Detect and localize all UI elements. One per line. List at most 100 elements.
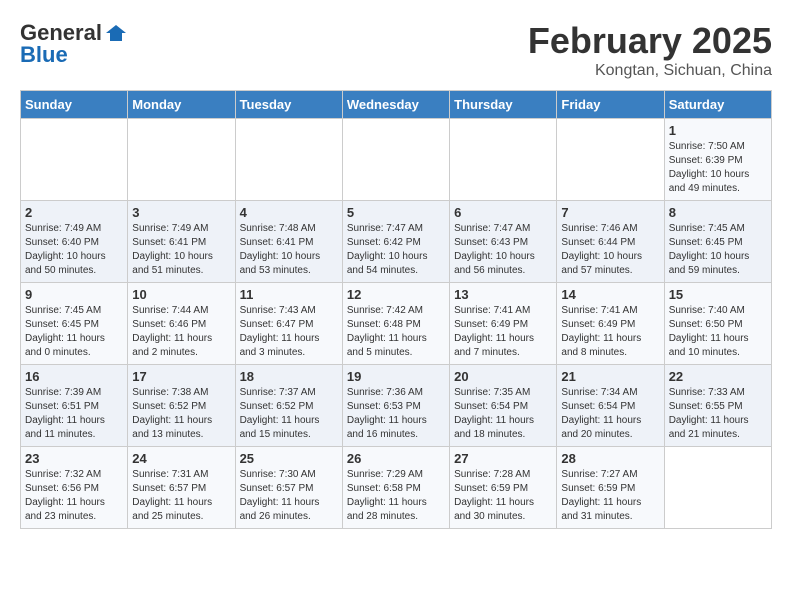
weekday-header: Wednesday [342,91,449,119]
calendar-cell [21,119,128,201]
day-number: 20 [454,369,552,384]
calendar-week-row: 23Sunrise: 7:32 AM Sunset: 6:56 PM Dayli… [21,447,772,529]
calendar-cell: 19Sunrise: 7:36 AM Sunset: 6:53 PM Dayli… [342,365,449,447]
weekday-header: Saturday [664,91,771,119]
day-number: 1 [669,123,767,138]
day-number: 18 [240,369,338,384]
calendar-cell: 28 Sunrise: 7:27 AM Sunset: 6:59 PM Dayli… [557,447,664,529]
day-number: 15 [669,287,767,302]
day-info: Sunrise: 7:41 AM Sunset: 6:49 PM Dayligh… [454,304,552,360]
day-info: Sunrise: 7:49 AM Sunset: 6:41 PM Dayligh… [132,222,230,278]
calendar-week-row: 9 Sunrise: 7:45 AM Sunset: 6:45 PM Daylig… [21,283,772,365]
calendar-cell: 7 Sunrise: 7:46 AM Sunset: 6:44 PM Daylig… [557,201,664,283]
weekday-header: Sunday [21,91,128,119]
day-info: Sunrise: 7:40 AM Sunset: 6:50 PM Dayligh… [669,304,767,360]
day-info: Sunrise: 7:47 AM Sunset: 6:42 PM Dayligh… [347,222,445,278]
logo-blue-text: Blue [20,42,68,68]
day-number: 19 [347,369,445,384]
day-info: Sunrise: 7:47 AM Sunset: 6:43 PM Dayligh… [454,222,552,278]
day-info: Sunrise: 7:32 AM Sunset: 6:56 PM Dayligh… [25,468,123,524]
day-number: 10 [132,287,230,302]
calendar-header-row: SundayMondayTuesdayWednesdayThursdayFrid… [21,91,772,119]
day-number: 26 [347,451,445,466]
day-info: Sunrise: 7:49 AM Sunset: 6:40 PM Dayligh… [25,222,123,278]
calendar-cell [450,119,557,201]
calendar-cell: 20 Sunrise: 7:35 AM Sunset: 6:54 PM Dayli… [450,365,557,447]
calendar-cell: 25 Sunrise: 7:30 AM Sunset: 6:57 PM Dayli… [235,447,342,529]
day-number: 25 [240,451,338,466]
logo: General Blue [20,20,128,68]
day-number: 24 [132,451,230,466]
calendar-table: SundayMondayTuesdayWednesdayThursdayFrid… [20,90,772,529]
calendar-cell: 5 Sunrise: 7:47 AM Sunset: 6:42 PM Daylig… [342,201,449,283]
day-number: 3 [132,205,230,220]
month-title: February 2025 [528,20,772,62]
day-number: 22 [669,369,767,384]
calendar-week-row: 2 Sunrise: 7:49 AM Sunset: 6:40 PM Daylig… [21,201,772,283]
calendar-cell: 27 Sunrise: 7:28 AM Sunset: 6:59 PM Dayli… [450,447,557,529]
day-info: Sunrise: 7:42 AM Sunset: 6:48 PM Dayligh… [347,304,445,360]
weekday-header: Monday [128,91,235,119]
day-info: Sunrise: 7:27 AM Sunset: 6:59 PM Dayligh… [561,468,659,524]
calendar-cell [557,119,664,201]
calendar-cell: 14Sunrise: 7:41 AM Sunset: 6:49 PM Dayli… [557,283,664,365]
day-number: 28 [561,451,659,466]
day-number: 7 [561,205,659,220]
calendar-week-row: 16 Sunrise: 7:39 AM Sunset: 6:51 PM Dayli… [21,365,772,447]
day-info: Sunrise: 7:34 AM Sunset: 6:54 PM Dayligh… [561,386,659,442]
calendar-cell: 1Sunrise: 7:50 AM Sunset: 6:39 PM Daylig… [664,119,771,201]
logo-icon [104,21,128,45]
calendar-cell: 12 Sunrise: 7:42 AM Sunset: 6:48 PM Dayli… [342,283,449,365]
day-number: 13 [454,287,552,302]
day-number: 5 [347,205,445,220]
day-number: 9 [25,287,123,302]
day-number: 16 [25,369,123,384]
day-number: 6 [454,205,552,220]
day-info: Sunrise: 7:28 AM Sunset: 6:59 PM Dayligh… [454,468,552,524]
calendar-cell: 13 Sunrise: 7:41 AM Sunset: 6:49 PM Dayli… [450,283,557,365]
calendar-cell: 18 Sunrise: 7:37 AM Sunset: 6:52 PM Dayli… [235,365,342,447]
calendar-cell: 23Sunrise: 7:32 AM Sunset: 6:56 PM Dayli… [21,447,128,529]
calendar-cell [128,119,235,201]
calendar-cell: 26 Sunrise: 7:29 AM Sunset: 6:58 PM Dayli… [342,447,449,529]
calendar-cell [342,119,449,201]
calendar-cell: 8 Sunrise: 7:45 AM Sunset: 6:45 PM Daylig… [664,201,771,283]
day-info: Sunrise: 7:31 AM Sunset: 6:57 PM Dayligh… [132,468,230,524]
calendar-cell: 9 Sunrise: 7:45 AM Sunset: 6:45 PM Daylig… [21,283,128,365]
day-info: Sunrise: 7:38 AM Sunset: 6:52 PM Dayligh… [132,386,230,442]
day-info: Sunrise: 7:41 AM Sunset: 6:49 PM Dayligh… [561,304,659,360]
calendar-cell: 3 Sunrise: 7:49 AM Sunset: 6:41 PM Daylig… [128,201,235,283]
location: Kongtan, Sichuan, China [528,62,772,80]
day-number: 12 [347,287,445,302]
day-info: Sunrise: 7:44 AM Sunset: 6:46 PM Dayligh… [132,304,230,360]
calendar-cell: 17Sunrise: 7:38 AM Sunset: 6:52 PM Dayli… [128,365,235,447]
day-info: Sunrise: 7:43 AM Sunset: 6:47 PM Dayligh… [240,304,338,360]
day-number: 27 [454,451,552,466]
day-info: Sunrise: 7:35 AM Sunset: 6:54 PM Dayligh… [454,386,552,442]
day-info: Sunrise: 7:45 AM Sunset: 6:45 PM Dayligh… [25,304,123,360]
day-info: Sunrise: 7:37 AM Sunset: 6:52 PM Dayligh… [240,386,338,442]
calendar-cell: 21Sunrise: 7:34 AM Sunset: 6:54 PM Dayli… [557,365,664,447]
weekday-header: Tuesday [235,91,342,119]
day-info: Sunrise: 7:29 AM Sunset: 6:58 PM Dayligh… [347,468,445,524]
day-info: Sunrise: 7:33 AM Sunset: 6:55 PM Dayligh… [669,386,767,442]
calendar-cell: 15 Sunrise: 7:40 AM Sunset: 6:50 PM Dayli… [664,283,771,365]
day-number: 2 [25,205,123,220]
title-block: February 2025 Kongtan, Sichuan, China [528,20,772,80]
day-info: Sunrise: 7:30 AM Sunset: 6:57 PM Dayligh… [240,468,338,524]
calendar-cell: 24 Sunrise: 7:31 AM Sunset: 6:57 PM Dayli… [128,447,235,529]
calendar-cell [664,447,771,529]
day-info: Sunrise: 7:45 AM Sunset: 6:45 PM Dayligh… [669,222,767,278]
calendar-cell: 11Sunrise: 7:43 AM Sunset: 6:47 PM Dayli… [235,283,342,365]
day-number: 8 [669,205,767,220]
weekday-header: Friday [557,91,664,119]
day-info: Sunrise: 7:46 AM Sunset: 6:44 PM Dayligh… [561,222,659,278]
weekday-header: Thursday [450,91,557,119]
calendar-cell [235,119,342,201]
day-info: Sunrise: 7:39 AM Sunset: 6:51 PM Dayligh… [25,386,123,442]
calendar-cell: 10 Sunrise: 7:44 AM Sunset: 6:46 PM Dayli… [128,283,235,365]
calendar-cell: 22 Sunrise: 7:33 AM Sunset: 6:55 PM Dayli… [664,365,771,447]
calendar-cell: 4Sunrise: 7:48 AM Sunset: 6:41 PM Daylig… [235,201,342,283]
calendar-cell: 16 Sunrise: 7:39 AM Sunset: 6:51 PM Dayli… [21,365,128,447]
calendar-cell: 6 Sunrise: 7:47 AM Sunset: 6:43 PM Daylig… [450,201,557,283]
